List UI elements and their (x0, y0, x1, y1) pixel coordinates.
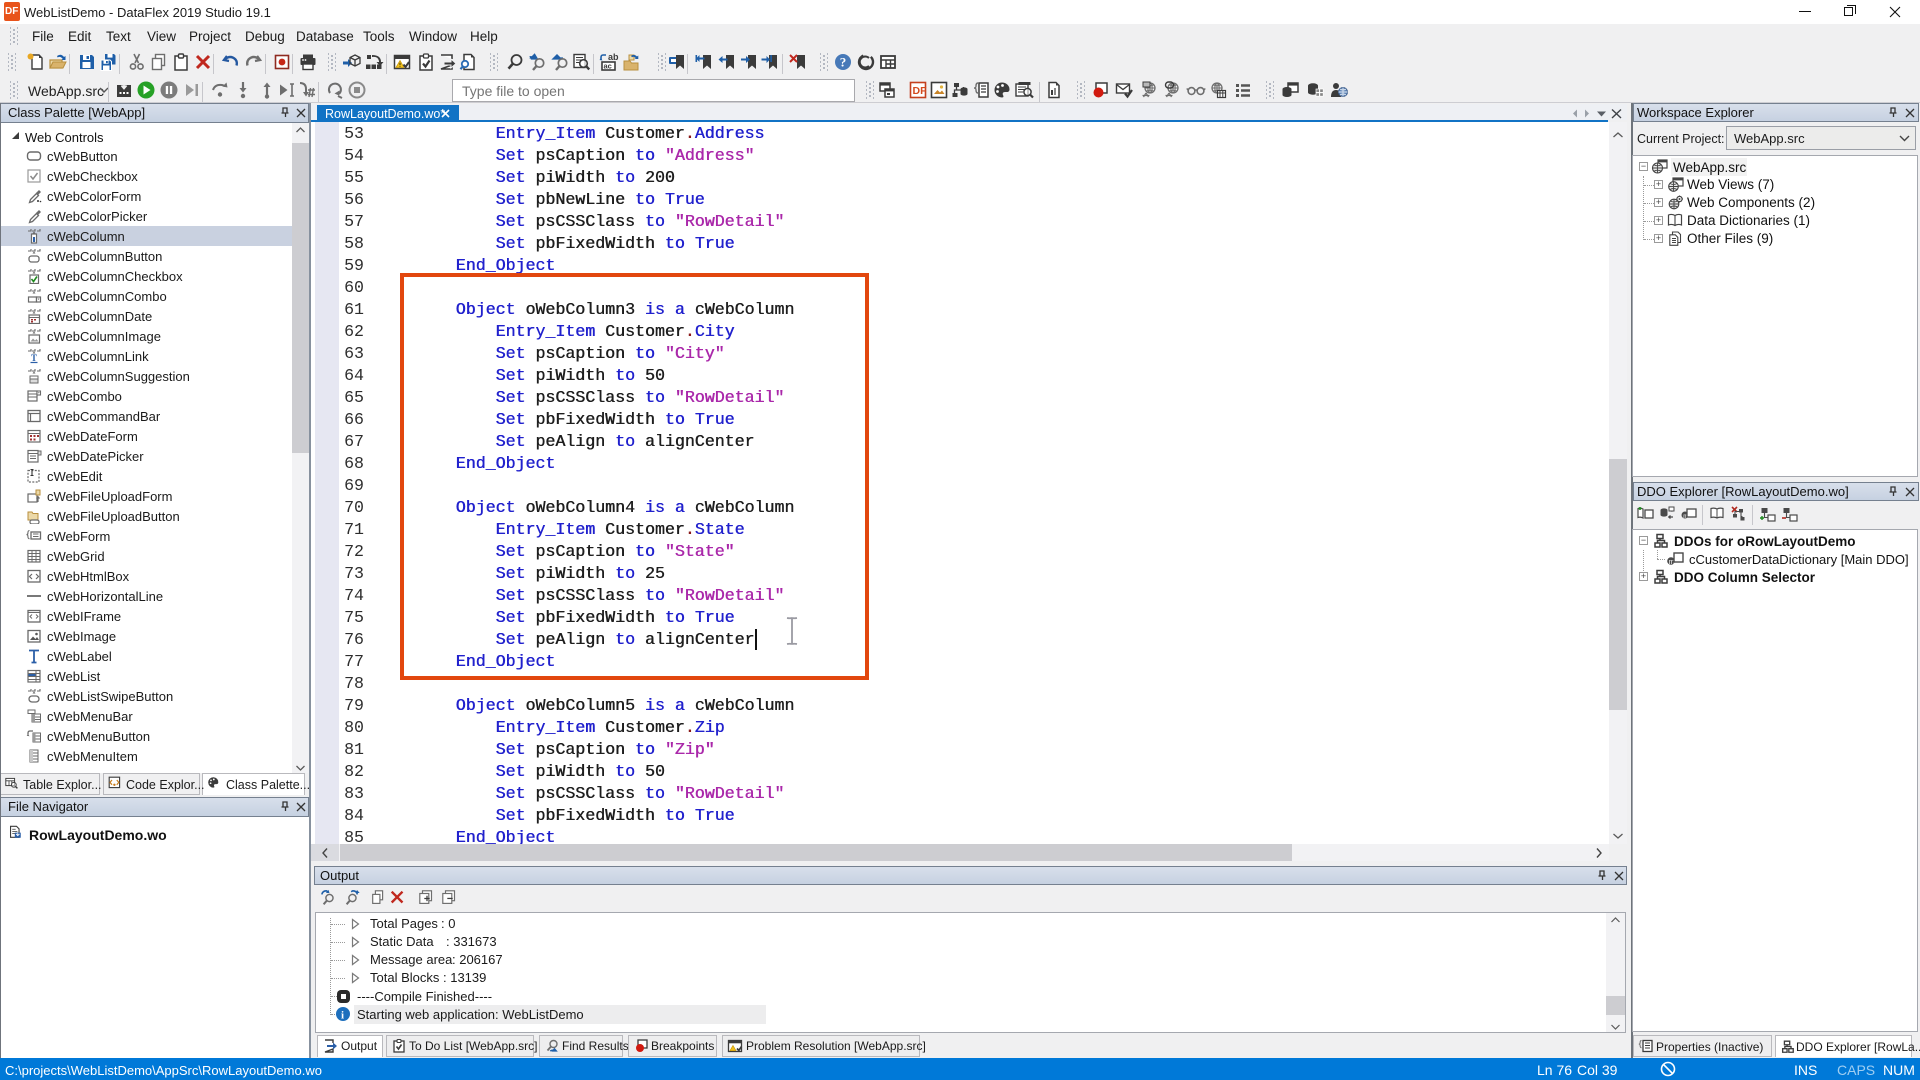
svg-text:DF: DF (913, 85, 928, 97)
svg-text:?: ? (840, 55, 847, 70)
svg-text:ab: ab (608, 52, 619, 62)
svg-text:ac: ac (604, 62, 612, 71)
svg-text:i: i (341, 1010, 344, 1022)
svg-text:T: T (31, 353, 37, 363)
